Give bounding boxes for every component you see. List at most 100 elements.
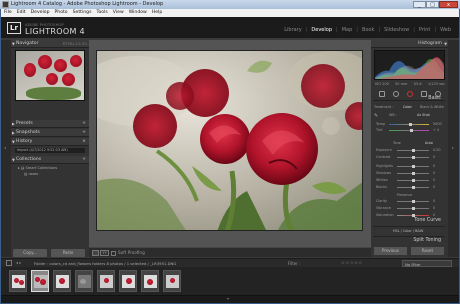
module-slideshow[interactable]: Slideshow [384, 27, 409, 33]
nav-arrows-icon[interactable]: ◂ ▸ [16, 260, 21, 265]
film-thumb[interactable] [75, 270, 93, 292]
before-after-icon[interactable]: YY [100, 250, 109, 256]
tone-curve-section-title[interactable]: Tone Curve [373, 218, 441, 223]
treatment-bw-option[interactable]: Black & White [420, 105, 444, 109]
tone-label: Tone [393, 141, 401, 145]
previous-button[interactable]: Previous [374, 247, 407, 255]
eyedropper-icon[interactable]: ✎ [374, 113, 378, 119]
histogram-graph[interactable] [374, 50, 445, 80]
presets-header[interactable]: ▶ Presets + [11, 120, 89, 128]
tint-label: Tint [376, 128, 383, 132]
temp-value: 5000 [433, 122, 442, 126]
film-thumb[interactable] [163, 270, 181, 292]
soft-proofing-checkbox[interactable] [111, 251, 116, 256]
vibrance-slider[interactable] [397, 207, 429, 210]
collapse-filmstrip-icon[interactable]: ▾ [227, 296, 229, 301]
add-collection-icon[interactable]: + [82, 156, 86, 164]
filter-label: Filter : [288, 261, 301, 266]
add-preset-icon[interactable]: + [82, 120, 86, 128]
menu-help[interactable]: Help [152, 9, 162, 17]
film-thumb[interactable] [119, 270, 137, 292]
aperture-value: f/5.6 [413, 82, 422, 86]
module-print[interactable]: Print [419, 27, 431, 33]
maximize-button[interactable]: □ [426, 1, 439, 8]
collapse-right-icon[interactable]: ▸ [452, 145, 454, 150]
right-panel-edge[interactable]: ▸ [448, 40, 459, 257]
blacks-slider[interactable] [397, 186, 429, 189]
right-panel: Histogram ▼ ISO 200 50 mm f/5.6 1/125 se… [371, 40, 448, 257]
vibrance-value: 0 [433, 206, 436, 210]
shadows-slider[interactable] [397, 172, 429, 175]
menu-develop[interactable]: Develop [31, 9, 50, 17]
focal-length-value: 50 mm [395, 82, 408, 86]
bottom-panel-edge[interactable]: ▾ [1, 296, 459, 303]
add-snapshot-icon[interactable]: + [82, 129, 86, 137]
collections-header[interactable]: ▼ Collections + [11, 156, 89, 164]
menu-bar: File Edit Develop Photo Settings Tools V… [1, 9, 459, 17]
copy-button[interactable]: Copy... [13, 249, 47, 257]
film-thumb-selected[interactable] [31, 270, 49, 292]
contrast-slider[interactable] [397, 156, 429, 159]
tint-slider[interactable] [389, 129, 429, 132]
menu-settings[interactable]: Settings [73, 9, 92, 17]
main-photo[interactable] [96, 50, 363, 231]
paste-button[interactable]: Paste [51, 249, 85, 257]
navigator-header[interactable]: ▼ Navigator FIT FILL 1:1 3:1 [11, 40, 89, 48]
snapshots-header[interactable]: ▶ Snapshots + [11, 129, 89, 137]
module-book[interactable]: Book [362, 27, 374, 33]
filmstrip-source[interactable]: Folder : colors_cd and_flowers folders 8… [34, 261, 176, 266]
saturation-slider[interactable] [397, 214, 429, 217]
filter-dropdown[interactable]: No Filter [402, 260, 452, 267]
menu-view[interactable]: View [113, 9, 124, 17]
presets-label: Presets [16, 121, 33, 126]
grid-view-icon[interactable] [6, 260, 12, 266]
menu-file[interactable]: File [4, 9, 12, 17]
wb-dropdown[interactable]: As Shot [417, 113, 430, 117]
history-header[interactable]: ▼ History × [11, 138, 89, 146]
menu-edit[interactable]: Edit [17, 9, 26, 17]
temp-label: Temp [376, 122, 386, 126]
split-toning-section-title[interactable]: Split Toning [373, 238, 441, 243]
rating-filter-icons[interactable]: ☆☆☆☆☆ [341, 260, 363, 265]
clarity-slider[interactable] [397, 200, 429, 203]
collection-roses[interactable]: ▤ roses [24, 172, 38, 176]
navigator-zoom-modes[interactable]: FIT FILL 1:1 3:1 [63, 40, 87, 48]
history-item[interactable]: Import (4/7/2012 9:52:23 AM) [15, 148, 85, 153]
whites-slider[interactable] [397, 179, 429, 182]
collapse-left-icon[interactable]: ◂ [4, 145, 6, 150]
exposure-slider[interactable] [397, 149, 429, 152]
collection-smart[interactable]: ▸ ▤ Smart Collections [18, 166, 57, 170]
temp-slider[interactable] [389, 123, 429, 126]
reset-button[interactable]: Reset [411, 247, 444, 255]
film-thumb[interactable] [141, 270, 159, 292]
whites-value: 0 [433, 178, 436, 182]
clear-history-icon[interactable]: × [82, 138, 86, 146]
basic-section-title[interactable]: Basic [373, 96, 441, 101]
module-develop[interactable]: Develop [311, 27, 332, 33]
menu-window[interactable]: Window [129, 9, 147, 17]
history-label: History [16, 139, 33, 144]
left-panel: ▼ Navigator FIT FILL 1:1 3:1 ▶ Presets + … [11, 40, 89, 257]
menu-photo[interactable]: Photo [55, 9, 68, 17]
histogram-header[interactable]: Histogram ▼ [371, 40, 448, 48]
auto-tone-button[interactable]: Auto [425, 141, 433, 145]
minimize-button[interactable]: _ [413, 1, 426, 8]
module-library[interactable]: Library [284, 27, 301, 33]
loupe-view-icon[interactable] [92, 250, 99, 256]
menu-tools[interactable]: Tools [96, 9, 107, 17]
navigator-thumbnail[interactable] [15, 50, 85, 101]
left-panel-edge[interactable]: ◂ [1, 40, 11, 257]
contrast-label: Contrast [376, 155, 391, 159]
exif-info: ISO 200 50 mm f/5.6 1/125 sec [375, 82, 445, 86]
module-web[interactable]: Web [440, 27, 451, 33]
filmstrip [1, 267, 459, 296]
film-thumb[interactable] [9, 270, 27, 292]
close-button[interactable]: x [439, 1, 458, 8]
highlights-slider[interactable] [397, 165, 429, 168]
module-map[interactable]: Map [342, 27, 353, 33]
treatment-color-option[interactable]: Color [403, 105, 412, 109]
app-icon [2, 1, 9, 8]
hsl-color-bw-tabs[interactable]: HSL / Color / B&W [393, 229, 423, 233]
film-thumb[interactable] [97, 270, 115, 292]
film-thumb[interactable] [53, 270, 71, 292]
